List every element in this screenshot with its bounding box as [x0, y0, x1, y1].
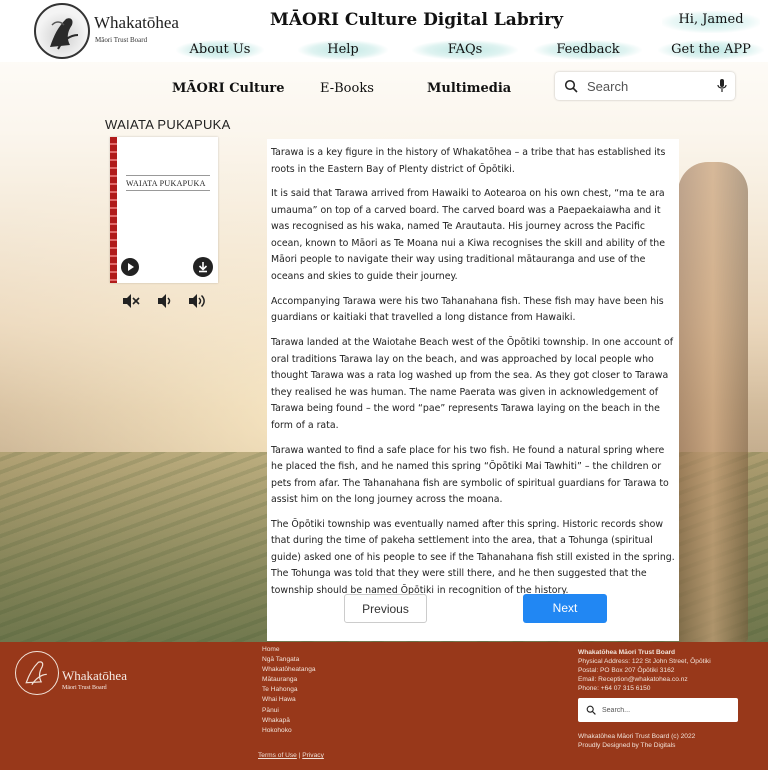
- site-footer: Whakatōhea Māori Trust Board Home Ngā Ta…: [0, 642, 768, 770]
- footer-link-te-hahonga[interactable]: Te Hahonga: [262, 685, 316, 695]
- footer-link-whakatoheatanga[interactable]: Whakatōheatanga: [262, 665, 316, 675]
- tab-e-books[interactable]: E-Books: [320, 78, 374, 100]
- audio-player-card: WAIATA PUKAPUKA: [110, 137, 218, 283]
- card-divider: [126, 175, 210, 176]
- footer-logo[interactable]: Whakatōhea Māori Trust Board: [15, 651, 145, 697]
- postal-address: Postal: PO Box 207 Ōpōtiki 3162: [578, 667, 675, 674]
- copyright-text: Whakatōhea Māori Trust Board (c) 2022: [578, 733, 696, 740]
- privacy-link[interactable]: Privacy: [302, 752, 324, 759]
- tab-multimedia[interactable]: Multimedia: [427, 78, 511, 100]
- footer-logo-emblem-icon: [15, 651, 59, 695]
- copyright: Whakatōhea Māori Trust Board (c) 2022 Pr…: [578, 733, 695, 750]
- phone-number[interactable]: Phone: +64 07 315 6150: [578, 684, 711, 693]
- footer-link-whai-hawa[interactable]: Whai Hawa: [262, 695, 316, 705]
- footer-link-whakapa[interactable]: Whakapā: [262, 716, 316, 726]
- volume-mute-icon[interactable]: [121, 292, 141, 310]
- footer-link-nga-tangata[interactable]: Ngā Tangata: [262, 655, 316, 665]
- nav-help[interactable]: Help: [298, 40, 388, 60]
- article-paragraph: Accompanying Tarawa were his two Tahanah…: [271, 295, 664, 324]
- card-divider: [126, 190, 210, 191]
- footer-search-bar: [578, 698, 738, 722]
- search-input[interactable]: [587, 76, 707, 96]
- article-text: Tarawa is a key figure in the history of…: [267, 139, 679, 641]
- nav-about-us[interactable]: About Us: [176, 40, 264, 60]
- article-paragraph: Tarawa is a key figure in the history of…: [271, 147, 666, 175]
- background-carved-post: [678, 162, 748, 642]
- email-address[interactable]: Email: Reception@whakatohea.co.nz: [578, 675, 711, 684]
- footer-link-panui[interactable]: Pānui: [262, 706, 316, 716]
- footer-link-home[interactable]: Home: [262, 645, 316, 655]
- tab-maori-culture[interactable]: MĀORI Culture: [172, 78, 285, 100]
- download-icon: [198, 262, 208, 273]
- search-icon[interactable]: [586, 705, 596, 715]
- nav-get-the-app[interactable]: Get the APP: [658, 40, 764, 60]
- nav-feedback[interactable]: Feedback: [534, 40, 642, 60]
- footer-link-matauranga[interactable]: Mātauranga: [262, 675, 316, 685]
- article-paragraph: It is said that Tarawa arrived from Hawa…: [271, 188, 665, 282]
- search-bar: [555, 72, 735, 100]
- volume-up-icon[interactable]: [187, 292, 207, 310]
- legal-separator: |: [298, 752, 301, 759]
- legal-links: Terms of Use | Privacy: [258, 752, 324, 759]
- nav-faqs[interactable]: FAQs: [412, 40, 518, 60]
- site-title: MĀORI Culture Digital Labriry: [270, 10, 563, 30]
- contact-info: Whakatōhea Māori Trust Board Physical Ad…: [578, 648, 711, 693]
- article-paragraph: The Ōpōtiki township was eventually name…: [271, 518, 675, 596]
- site-logo[interactable]: Whakatōhea Māori Trust Board: [34, 3, 194, 59]
- credits-text: Proudly Designed by The Digitals: [578, 741, 676, 749]
- footer-search-input[interactable]: [602, 704, 722, 716]
- previous-button[interactable]: Previous: [344, 594, 427, 623]
- search-icon[interactable]: [564, 79, 578, 93]
- download-button[interactable]: [193, 257, 213, 277]
- logo-subtitle: Māori Trust Board: [95, 36, 148, 44]
- play-icon: [128, 263, 134, 271]
- footer-links: Home Ngā Tangata Whakatōheatanga Mātaura…: [262, 645, 316, 736]
- org-name: Whakatōhea Māori Trust Board: [578, 649, 676, 656]
- footer-logo-subtitle: Māori Trust Board: [62, 685, 107, 691]
- play-button[interactable]: [121, 258, 139, 276]
- next-button[interactable]: Next: [523, 594, 607, 623]
- microphone-icon[interactable]: [716, 78, 728, 94]
- physical-address: Physical Address: 122 St John Street, Ōp…: [578, 658, 711, 665]
- footer-link-hokohoko[interactable]: Hokohoko: [262, 726, 316, 736]
- card-title: WAIATA PUKAPUKA: [126, 179, 206, 188]
- user-greeting[interactable]: Hi, Jamed: [662, 11, 760, 33]
- song-title: WAIATA PUKAPUKA: [105, 117, 231, 132]
- main-content: MĀORI Culture E-Books Multimedia WAIATA …: [0, 62, 768, 642]
- site-header: Whakatōhea Māori Trust Board MĀORI Cultu…: [0, 0, 768, 62]
- article-paragraph: Tarawa landed at the Waiotahe Beach west…: [271, 337, 674, 431]
- volume-down-icon[interactable]: [155, 292, 175, 310]
- terms-link[interactable]: Terms of Use: [258, 752, 297, 759]
- card-pattern-stripe: [110, 137, 117, 283]
- logo-title: Whakatōhea: [94, 13, 179, 32]
- footer-logo-title: Whakatōhea: [62, 668, 127, 683]
- article-paragraph: Tarawa wanted to find a safe place for h…: [271, 444, 669, 506]
- logo-emblem-icon: [34, 3, 90, 59]
